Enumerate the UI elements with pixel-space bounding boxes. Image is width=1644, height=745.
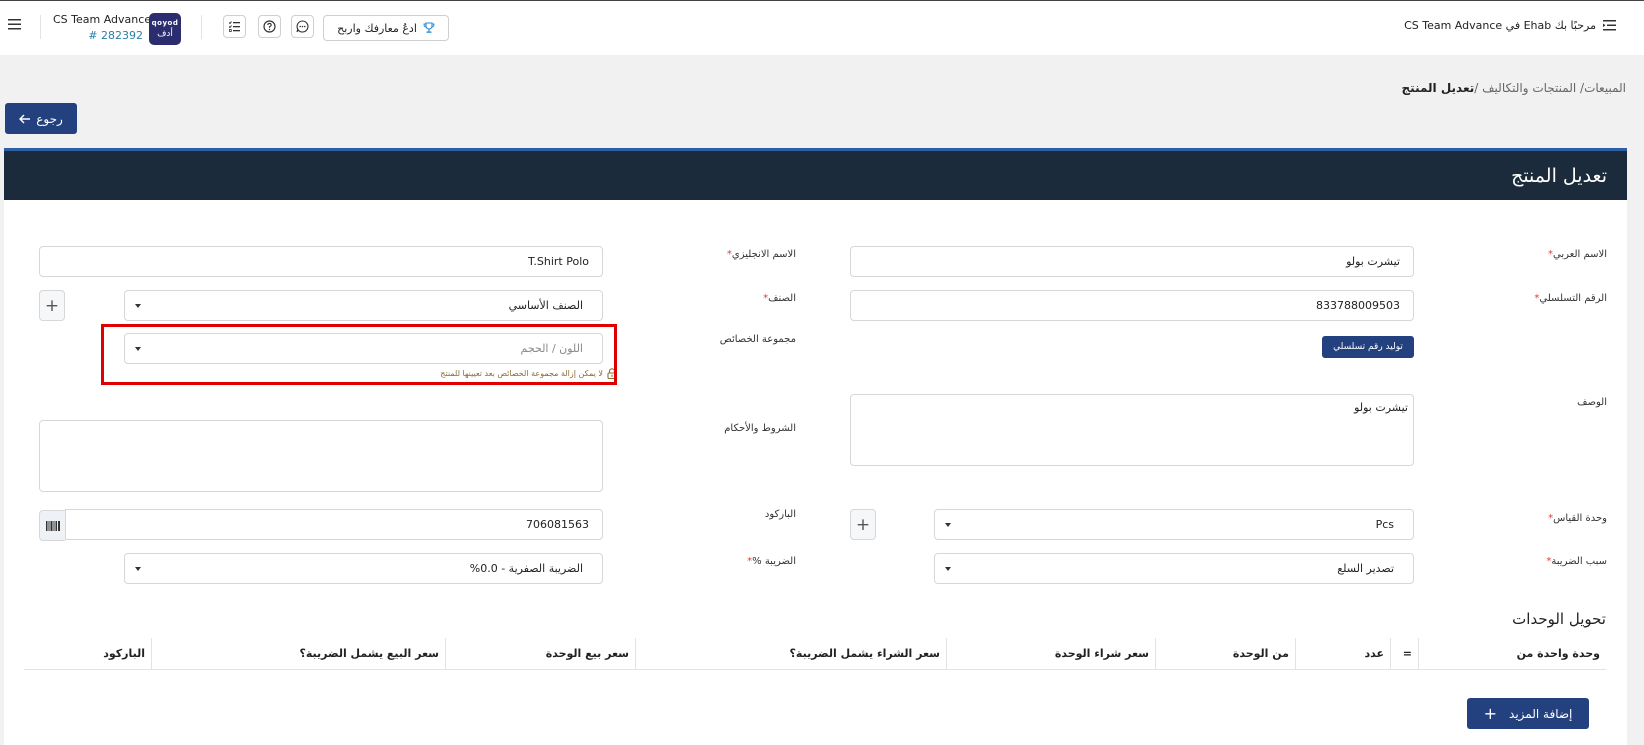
caret-down-icon: [135, 304, 141, 308]
divider: [40, 15, 41, 39]
caret-down-icon: [135, 567, 141, 571]
unit-label: وحدة القياس*: [1548, 513, 1607, 524]
hamburger-icon[interactable]: [8, 19, 21, 30]
english-name-label: الاسم الانجليزي*: [727, 249, 796, 260]
col-purchase-incl-tax: سعر الشراء يشمل الضريبة؟: [635, 638, 946, 670]
category-label-text: الصنف: [768, 293, 796, 304]
description-textarea[interactable]: تيشرت بولو: [850, 394, 1414, 466]
company-info[interactable]: CS Team Advance # 282392: [53, 13, 152, 42]
company-number: # 282392: [88, 29, 143, 42]
barcode-button[interactable]: [39, 510, 65, 541]
company-name: CS Team Advance: [53, 13, 152, 26]
col-count: عدد: [1295, 638, 1390, 670]
attr-group-label: مجموعة الخصائص: [719, 334, 796, 345]
add-unit-button[interactable]: +: [850, 509, 876, 540]
terms-label: الشروط والأحكام: [724, 423, 796, 434]
english-name-label-text: الاسم الانجليزي: [731, 249, 796, 260]
breadcrumb-sales[interactable]: المبيعات: [1584, 81, 1626, 95]
col-from-unit: من الوحدة: [1155, 638, 1295, 670]
arabic-name-input[interactable]: تيشرت بولو: [850, 246, 1414, 277]
highlight-box: [101, 324, 617, 385]
english-name-input[interactable]: T.Shirt Polo: [39, 246, 603, 277]
help-button[interactable]: [258, 15, 281, 38]
arabic-name-label: الاسم العربي*: [1548, 249, 1607, 260]
tax-reason-label-text: سبب الضريبة: [1551, 556, 1607, 567]
checklist-button[interactable]: [223, 15, 246, 38]
card-header: تعديل المنتج: [4, 148, 1627, 200]
arabic-name-label-text: الاسم العربي: [1553, 249, 1607, 260]
invite-earn-label: ادعُ معارفك واربح: [337, 21, 417, 35]
terms-textarea[interactable]: [39, 420, 603, 492]
col-sale-incl-tax: سعر البيع يشمل الضريبة؟: [151, 638, 445, 670]
tax-value: الضريبة الصفرية - 0.0%: [469, 562, 583, 575]
plus-icon: +: [44, 295, 60, 316]
add-more-button[interactable]: إضافة المزيد +: [1467, 698, 1589, 729]
checklist-icon: [229, 21, 240, 32]
description-label: الوصف: [1577, 397, 1607, 408]
plus-icon: +: [855, 514, 871, 535]
tax-reason-value: تصدير السلع: [1337, 562, 1394, 575]
invite-earn-button[interactable]: ادعُ معارفك واربح: [323, 15, 449, 41]
serial-input[interactable]: 833788009503: [850, 290, 1414, 321]
col-unit-purchase-price: سعر شراء الوحدة: [946, 638, 1155, 670]
help-icon: [263, 20, 276, 33]
units-section-title: تحويل الوحدات: [1512, 610, 1606, 628]
company-logo: qoyod أدف: [149, 13, 181, 45]
tax-select[interactable]: الضريبة الصفرية - 0.0%: [124, 553, 603, 584]
unit-select[interactable]: Pcs: [934, 509, 1414, 540]
unit-value: Pcs: [1375, 518, 1394, 531]
tax-label-text: الضريبة %: [752, 556, 796, 567]
tax-reason-label: سبب الضريبة*: [1546, 556, 1607, 567]
divider: [201, 15, 202, 39]
category-value: الصنف الأساسي: [508, 299, 583, 312]
barcode-label: الباركود: [764, 509, 796, 520]
barcode-input[interactable]: 706081563: [65, 509, 603, 540]
col-unit-sale-price: سعر بيع الوحدة: [445, 638, 635, 670]
add-more-label: إضافة المزيد: [1509, 706, 1573, 721]
breadcrumb-products[interactable]: المنتجات والتكاليف: [1482, 81, 1576, 95]
breadcrumb: المبيعات/ المنتجات والتكاليف /تعديل المن…: [1402, 81, 1626, 95]
welcome-text: مرحبًا بك Ehab في CS Team Advance: [1404, 19, 1596, 32]
caret-down-icon: [945, 523, 951, 527]
barcode-icon: [45, 520, 60, 531]
chat-button[interactable]: [291, 15, 314, 38]
breadcrumb-current: تعديل المنتج: [1401, 81, 1475, 95]
logo-text: qoyod: [151, 19, 179, 27]
top-bar: مرحبًا بك Ehab في CS Team Advance CS Tea…: [0, 0, 1644, 55]
col-one-unit-of: وحدة واحدة من: [1418, 638, 1606, 670]
menu-icon[interactable]: [1603, 20, 1616, 31]
arrow-left-icon: [19, 113, 31, 124]
page-title: تعديل المنتج: [1511, 165, 1607, 187]
logo-subtext: أدف: [157, 29, 173, 39]
unit-label-text: وحدة القياس: [1553, 513, 1607, 524]
tax-reason-select[interactable]: تصدير السلع: [934, 553, 1414, 584]
col-equals: =: [1390, 638, 1418, 670]
breadcrumb-separator: /: [1474, 81, 1479, 95]
caret-down-icon: [945, 567, 951, 571]
generate-serial-button[interactable]: توليد رقم تسلسلي: [1322, 336, 1414, 358]
col-barcode: الباركود: [103, 647, 145, 660]
serial-label: الرقم التسلسلي*: [1534, 293, 1607, 304]
back-button[interactable]: رجوع: [5, 103, 77, 134]
units-table-header: وحدة واحدة من = عدد من الوحدة سعر شراء ا…: [24, 638, 1606, 670]
chat-icon: [296, 20, 309, 33]
serial-label-text: الرقم التسلسلي: [1539, 293, 1607, 304]
back-label: رجوع: [36, 111, 63, 126]
tax-label: الضريبة %*: [747, 556, 796, 567]
category-select[interactable]: الصنف الأساسي: [124, 290, 603, 321]
trophy-icon: [423, 22, 435, 33]
add-category-button[interactable]: +: [39, 290, 65, 321]
category-label: الصنف*: [763, 293, 796, 304]
plus-icon: +: [1483, 704, 1498, 723]
